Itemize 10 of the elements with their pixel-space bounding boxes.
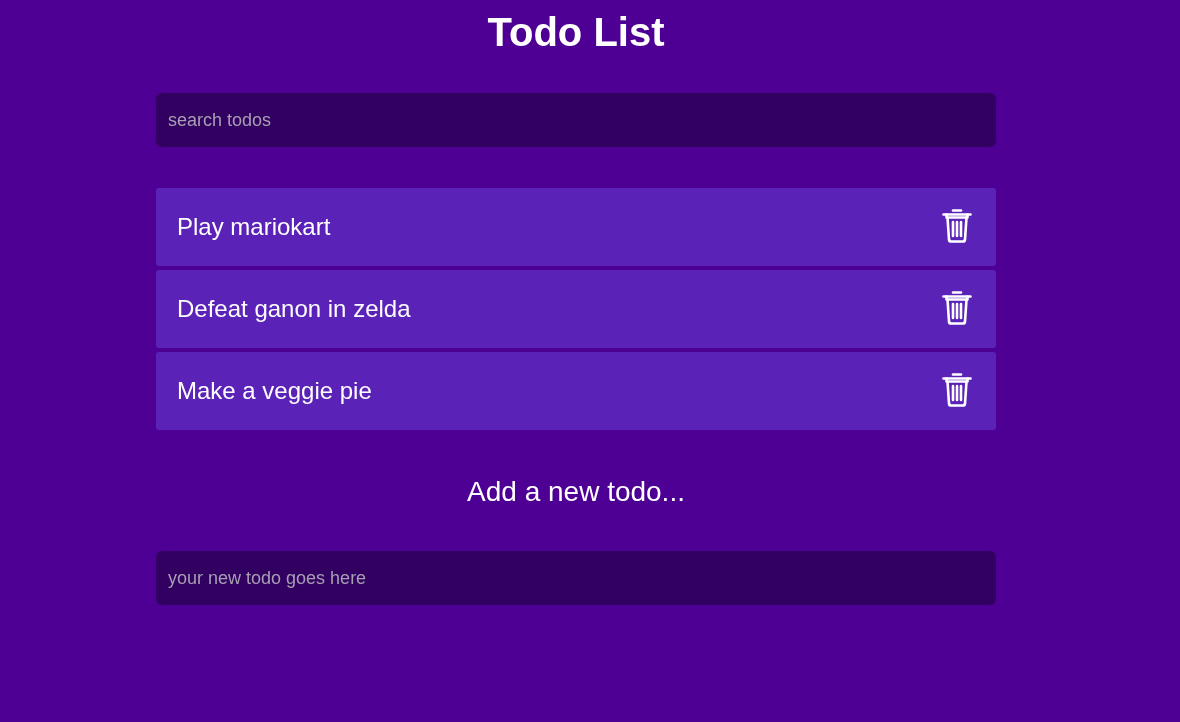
page-title: Todo List bbox=[486, 9, 666, 56]
trash-icon[interactable] bbox=[942, 207, 972, 243]
trash-icon[interactable] bbox=[942, 289, 972, 325]
add-todo-heading: Add a new todo... bbox=[466, 475, 686, 509]
new-todo-field[interactable]: your new todo goes here bbox=[156, 551, 996, 605]
trash-icon[interactable] bbox=[942, 371, 972, 407]
todo-text: Defeat ganon in zelda bbox=[177, 294, 411, 324]
todo-text: Make a veggie pie bbox=[177, 376, 372, 406]
search-field[interactable]: search todos bbox=[156, 93, 996, 147]
todo-text: Play mariokart bbox=[177, 212, 331, 242]
